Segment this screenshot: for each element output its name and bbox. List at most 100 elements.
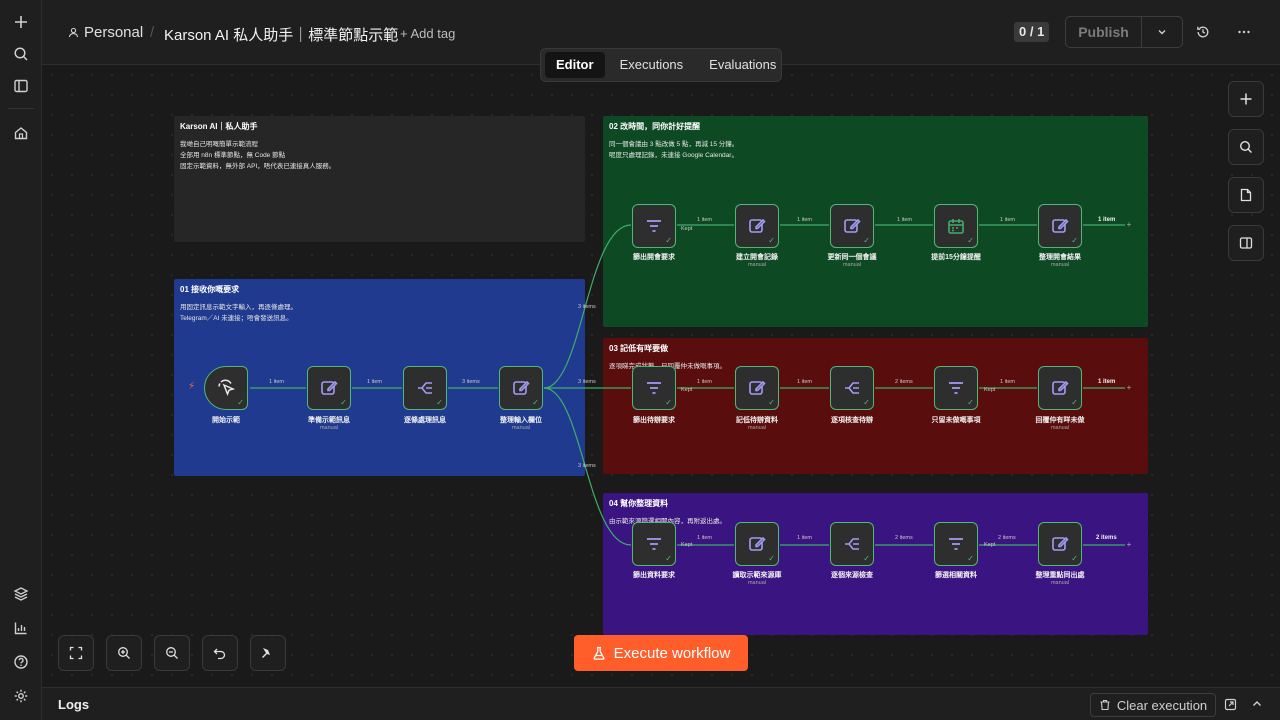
node-label: 準備示範訊息 [308,417,350,424]
node-reminder-15min[interactable]: ✓ [934,204,978,248]
node-subtitle: manual [1050,580,1070,586]
connection-count: 3 items [578,379,596,385]
insights-icon[interactable] [9,616,33,640]
node-label: 逐個來源檢查 [831,572,873,579]
tidy-up-button[interactable] [250,635,286,671]
rail-divider [8,108,34,109]
filter-kept-label: Kept [681,542,693,548]
plus-icon [1240,93,1252,105]
fit-view-button[interactable] [58,635,94,671]
tab-executions[interactable]: Executions [609,52,695,78]
undo-button[interactable] [202,635,238,671]
breadcrumb-project[interactable]: Personal [68,24,143,41]
connection-count: 2 items [998,535,1016,541]
filter-icon [647,538,661,550]
filter-kept-label: Kept [681,387,693,393]
templates-icon[interactable] [9,582,33,606]
node-label: 開始示範 [212,417,240,424]
node-subtitle: manual [747,580,767,586]
node-label: 篩出資料要求 [633,572,675,579]
logs-panel-bar[interactable]: Logs Clear execution [42,687,1280,720]
zoom-in-button[interactable] [106,635,142,671]
search-nodes-button[interactable] [1228,129,1264,165]
edit-icon [513,380,530,395]
node-label: 更新同一個會議 [827,254,877,261]
connection-count: 1 item [1000,217,1015,223]
add-node-plus-icon[interactable]: + [1125,221,1133,229]
cursor-click-icon [218,379,236,397]
node-label: 篩選相關資料 [935,572,977,579]
edit-icon [749,536,766,551]
add-tag-button[interactable]: + Add tag [400,26,455,41]
filter-kept-label: Kept [984,387,996,393]
node-check-sources[interactable]: ✓ [830,522,874,566]
clear-execution-button[interactable]: Clear execution [1090,693,1216,717]
node-record-todos[interactable]: ✓ [735,366,779,410]
filter-icon [949,382,963,394]
node-update-meeting[interactable]: ✓ [830,204,874,248]
chevron-up-icon[interactable] [1250,697,1264,711]
chevron-down-icon[interactable] [1142,17,1182,47]
node-filter-research[interactable]: ✓ [632,522,676,566]
node-read-sources[interactable]: ✓ [735,522,779,566]
connection-count: 2 items [895,535,913,541]
node-label: 逐項核查待辦 [831,417,873,424]
history-icon[interactable] [1193,22,1213,42]
workflow-canvas[interactable]: Karson AI｜私人助手 我哋自己明嘅簡單示範流程 全部用 n8n 標準節點… [42,65,1280,687]
connection-count: 1 item [697,379,712,385]
edit-icon [1052,536,1069,551]
node-split-messages[interactable]: ✓ [403,366,447,410]
tab-editor[interactable]: Editor [545,52,605,78]
execute-workflow-button[interactable]: Execute workflow [574,635,748,671]
project-name: Personal [84,24,144,41]
toggle-panel-button[interactable] [1228,225,1264,261]
user-icon [68,27,79,38]
node-filter-meetings[interactable]: ✓ [632,204,676,248]
zoom-out-button[interactable] [154,635,190,671]
publish-button-group: Publish [1065,16,1183,48]
tab-evaluations[interactable]: Evaluations [698,52,787,78]
node-reply-pending[interactable]: ✓ [1038,366,1082,410]
settings-gear-icon[interactable] [9,684,33,708]
node-prep-messages[interactable]: ✓ [307,366,351,410]
wand-icon [262,648,270,658]
plus-icon[interactable] [9,10,33,34]
connection-count: 1 item [1000,379,1015,385]
node-manual-trigger[interactable]: ✓ [204,366,248,410]
connection-count: 3 items [578,304,596,310]
pop-out-icon[interactable] [1223,697,1237,711]
node-meeting-result[interactable]: ✓ [1038,204,1082,248]
workflow-title[interactable]: Karson AI 私人助手｜標準節點示範 [164,24,398,45]
node-create-meeting[interactable]: ✓ [735,204,779,248]
node-filter-relevant[interactable]: ✓ [934,522,978,566]
add-sticky-button[interactable] [1228,177,1264,213]
node-subtitle: manual [319,425,339,431]
add-node-plus-icon[interactable]: + [1125,384,1133,392]
split-icon [845,382,859,394]
search-icon [1239,140,1252,153]
connection-count: 1 item [797,379,812,385]
help-icon[interactable] [9,650,33,674]
add-node-button[interactable] [1228,81,1264,117]
trash-icon [1100,699,1110,711]
add-node-plus-icon[interactable]: + [1125,541,1133,549]
node-set-fields[interactable]: ✓ [499,366,543,410]
node-keep-pending[interactable]: ✓ [934,366,978,410]
search-icon[interactable] [9,42,33,66]
node-label: 提前15分鐘提醒 [931,254,981,261]
home-icon[interactable] [9,121,33,145]
publish-button[interactable]: Publish [1066,17,1142,47]
node-label: 篩出開會要求 [633,254,675,261]
active-version-counter: 0 / 1 [1014,22,1050,42]
sidebar-toggle-icon[interactable] [9,74,33,98]
node-check-todos[interactable]: ✓ [830,366,874,410]
undo-icon [213,648,226,660]
node-label: 讀取示範來源庫 [732,572,782,579]
node-summarize-sources[interactable]: ✓ [1038,522,1082,566]
zoom-in-icon [118,647,130,659]
filter-icon [647,220,661,232]
more-options-icon[interactable] [1234,22,1254,42]
execute-workflow-label: Execute workflow [613,644,731,662]
node-filter-todos[interactable]: ✓ [632,366,676,410]
split-icon [845,538,859,550]
